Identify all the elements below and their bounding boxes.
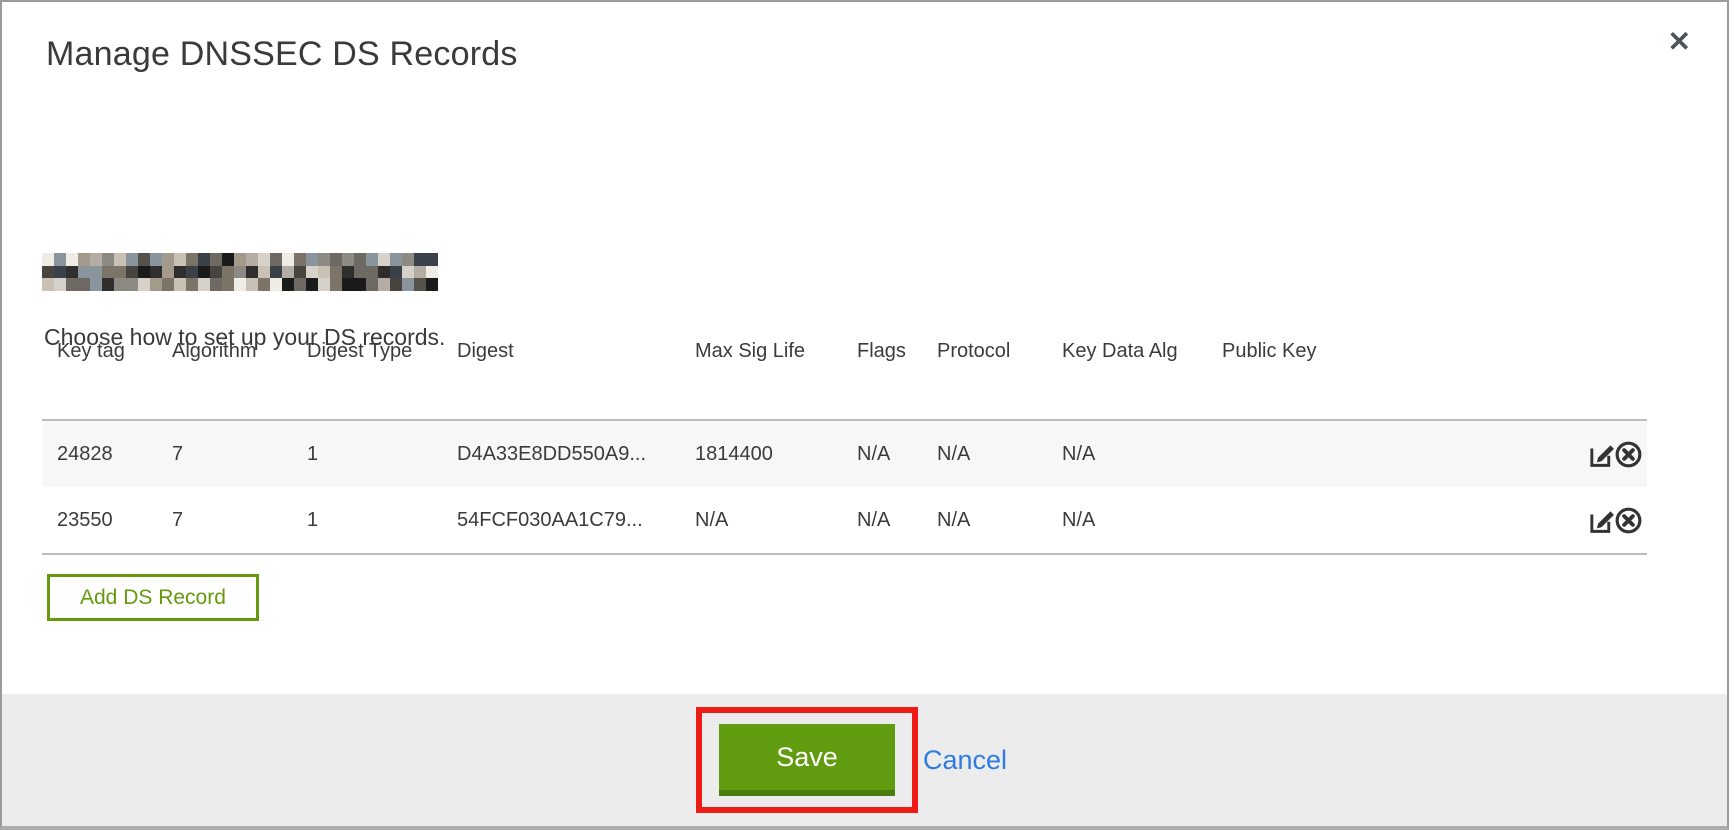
table-row: 23550 7 1 54FCF030AA1C79... N/A N/A N/A … bbox=[42, 487, 1647, 554]
col-header-flags: Flags bbox=[842, 336, 922, 420]
col-header-public-key: Public Key bbox=[1207, 336, 1437, 420]
delete-record-button[interactable] bbox=[1614, 440, 1643, 469]
edit-icon bbox=[1587, 457, 1616, 472]
cell-digest-type: 1 bbox=[292, 420, 442, 487]
edit-record-button[interactable] bbox=[1587, 440, 1616, 469]
domain-name-redacted bbox=[42, 253, 438, 291]
ds-records-table: Key tag Algorithm Digest Type Digest Max… bbox=[42, 336, 1647, 555]
col-header-algorithm: Algorithm bbox=[157, 336, 292, 420]
cell-actions bbox=[1437, 487, 1647, 554]
page-title: Manage DNSSEC DS Records bbox=[46, 35, 518, 74]
cell-key-data-alg: N/A bbox=[1047, 487, 1207, 554]
delete-icon bbox=[1614, 523, 1643, 538]
cell-actions bbox=[1437, 420, 1647, 487]
cell-public-key bbox=[1207, 420, 1437, 487]
cancel-link[interactable]: Cancel bbox=[923, 745, 1007, 776]
edit-record-button[interactable] bbox=[1587, 506, 1616, 535]
table-row: 24828 7 1 D4A33E8DD550A9... 1814400 N/A … bbox=[42, 420, 1647, 487]
dnssec-ds-records-modal: Manage DNSSEC DS Records ✕ Choose how to… bbox=[0, 0, 1729, 830]
cell-max-sig-life: N/A bbox=[680, 487, 842, 554]
cell-key-tag: 24828 bbox=[42, 420, 157, 487]
cell-protocol: N/A bbox=[922, 420, 1047, 487]
cell-digest-type: 1 bbox=[292, 487, 442, 554]
save-button[interactable]: Save bbox=[719, 724, 895, 796]
cell-key-tag: 23550 bbox=[42, 487, 157, 554]
cell-digest: D4A33E8DD550A9... bbox=[442, 420, 680, 487]
cell-algorithm: 7 bbox=[157, 487, 292, 554]
col-header-actions bbox=[1437, 336, 1647, 420]
table-header-row: Key tag Algorithm Digest Type Digest Max… bbox=[42, 336, 1647, 420]
cell-public-key bbox=[1207, 487, 1437, 554]
col-header-digest-type: Digest Type bbox=[292, 336, 442, 420]
cell-max-sig-life: 1814400 bbox=[680, 420, 842, 487]
col-header-protocol: Protocol bbox=[922, 336, 1047, 420]
edit-icon bbox=[1587, 523, 1616, 538]
cell-flags: N/A bbox=[842, 420, 922, 487]
cell-protocol: N/A bbox=[922, 487, 1047, 554]
cell-algorithm: 7 bbox=[157, 420, 292, 487]
col-header-key-tag: Key tag bbox=[42, 336, 157, 420]
delete-record-button[interactable] bbox=[1614, 506, 1643, 535]
cell-digest: 54FCF030AA1C79... bbox=[442, 487, 680, 554]
save-highlight-annotation: Save bbox=[696, 707, 918, 813]
cell-key-data-alg: N/A bbox=[1047, 420, 1207, 487]
add-ds-record-button[interactable]: Add DS Record bbox=[47, 574, 259, 621]
delete-icon bbox=[1614, 457, 1643, 472]
close-icon[interactable]: ✕ bbox=[1666, 26, 1693, 58]
modal-footer: Save Cancel bbox=[2, 694, 1727, 826]
cell-flags: N/A bbox=[842, 487, 922, 554]
col-header-key-data-alg: Key Data Alg bbox=[1047, 336, 1207, 420]
col-header-max-sig-life: Max Sig Life bbox=[680, 336, 842, 420]
col-header-digest: Digest bbox=[442, 336, 680, 420]
